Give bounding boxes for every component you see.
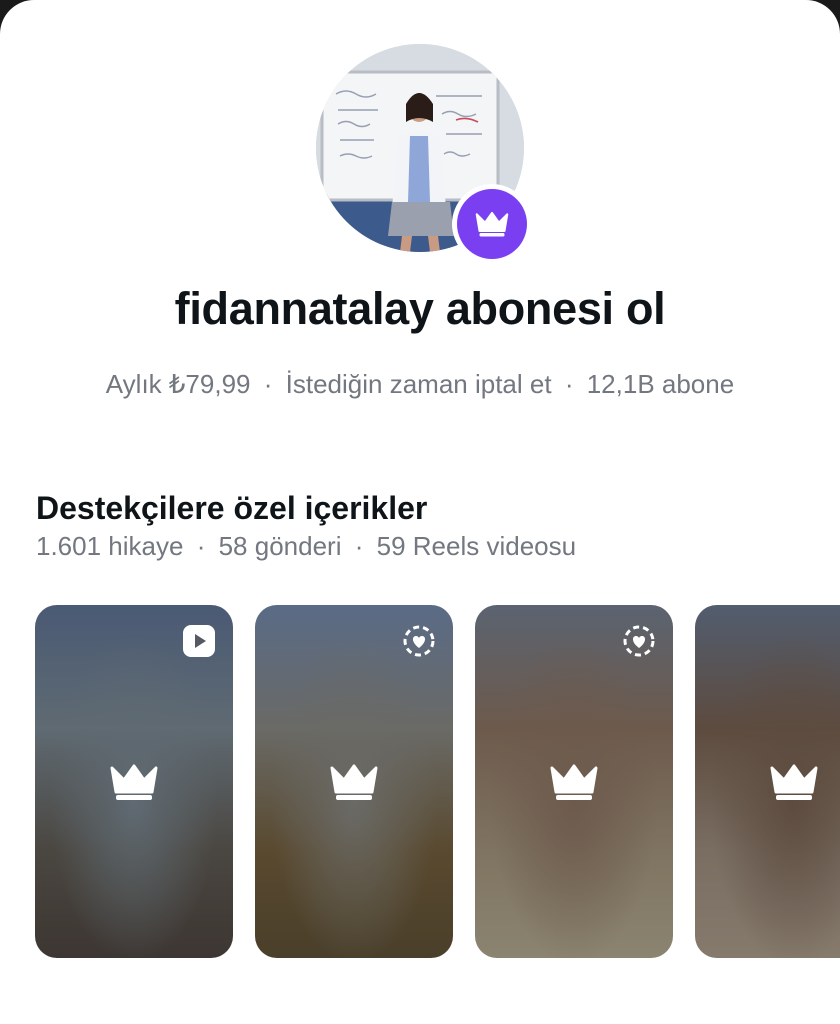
- price-text: Aylık ₺79,99: [105, 369, 251, 399]
- cancel-anytime-text: İstediğin zaman iptal et: [285, 369, 552, 399]
- reels-count: 59 Reels videosu: [376, 531, 577, 561]
- close-friends-story-icon: [403, 625, 435, 657]
- exclusive-content-card[interactable]: [695, 605, 840, 958]
- exclusive-content-heading: Destekçilere özel içerikler: [36, 490, 428, 526]
- crown-icon: [770, 764, 818, 800]
- stories-count: 1.601 hikaye: [36, 531, 184, 561]
- counts-separator: ·: [196, 531, 206, 561]
- meta-separator: ·: [263, 369, 273, 399]
- reels-play-icon: [183, 625, 215, 657]
- exclusive-content-card[interactable]: [255, 605, 453, 958]
- exclusive-content-card[interactable]: [475, 605, 673, 958]
- crown-icon: [330, 764, 378, 800]
- subscriber-count: 12,1B abone: [586, 369, 735, 399]
- crown-icon: [110, 764, 158, 800]
- crown-icon: [475, 211, 509, 237]
- meta-separator: ·: [564, 369, 574, 399]
- subscription-meta: Aylık ₺79,99 · İstediğin zaman iptal et …: [0, 369, 840, 400]
- close-friends-story-icon: [623, 625, 655, 657]
- subscription-badge: [452, 184, 532, 264]
- subscription-sheet: fidannatalay abonesi ol Aylık ₺79,99 · İ…: [0, 0, 840, 1024]
- counts-separator: ·: [354, 531, 364, 561]
- page-title: fidannatalay abonesi ol: [174, 283, 666, 334]
- crown-icon: [550, 764, 598, 800]
- exclusive-content-card[interactable]: [35, 605, 233, 958]
- posts-count: 58 gönderi: [218, 531, 342, 561]
- exclusive-content-counts: 1.601 hikaye · 58 gönderi · 59 Reels vid…: [36, 531, 576, 562]
- exclusive-content-carousel[interactable]: [35, 605, 840, 958]
